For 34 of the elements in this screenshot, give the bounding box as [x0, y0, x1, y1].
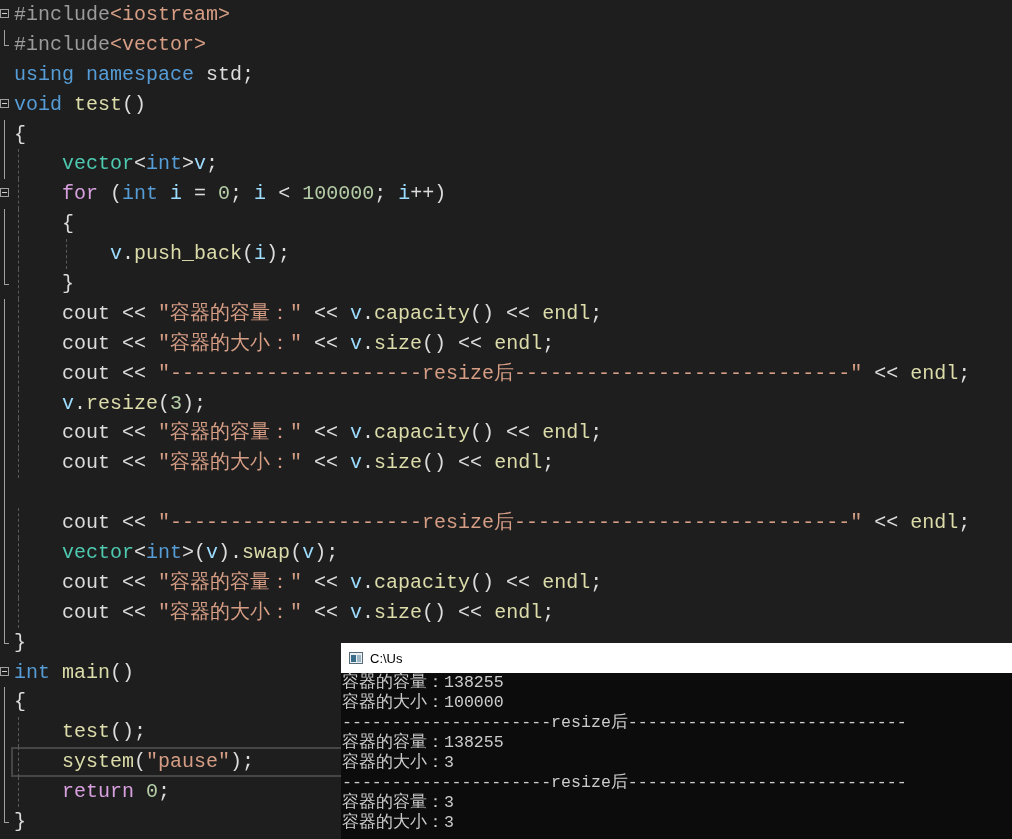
console-line: 容器的大小：100000 [342, 693, 505, 713]
console-line: ---------------------resize后---------------------------- [342, 773, 908, 792]
code-line: void test() [0, 89, 1012, 120]
code-line: v.push_back(i); [0, 239, 1012, 269]
code-line: cout << "容器的容量：" << v.capacity() << endl; [0, 418, 1012, 449]
code-line: cout << "容器的大小：" << v.size() << endl; [0, 448, 1012, 479]
console-line: 容器的容量：3 [342, 793, 455, 812]
code-line: vector<int>v; [0, 149, 1012, 180]
code-line: #include<iostream> [0, 0, 1012, 30]
collapse-icon[interactable] [0, 666, 9, 676]
console-line: 容器的大小：3 [342, 753, 455, 773]
collapse-icon[interactable] [0, 188, 9, 198]
console-line: 容器的容量：138255 [342, 733, 505, 752]
code-line: cout << "---------------------resize后----------------------------" << endl; [0, 358, 1012, 389]
code-line: cout << "容器的容量：" << v.capacity() << endl; [0, 567, 1012, 598]
code-line: { [0, 119, 1012, 150]
code-line: cout << "容器的大小：" << v.size() << endl; [0, 597, 1012, 628]
code-line: } [0, 269, 1012, 299]
code-line: cout << "容器的容量：" << v.capacity() << endl; [0, 298, 1012, 329]
code-line: #include<vector> [0, 29, 1012, 60]
code-line: { [0, 209, 1012, 240]
console-line: ---------------------resize后---------------------------- [342, 713, 908, 732]
collapse-icon[interactable] [0, 9, 9, 18]
code-line: cout << "容器的大小：" << v.size() << endl; [0, 328, 1012, 359]
console-line: 容器的大小：3 [342, 813, 455, 833]
window-icon [349, 652, 363, 664]
console-line: 容器的容量：138255 [342, 673, 505, 692]
code-line: v.resize(3); [0, 388, 1012, 419]
collapse-icon[interactable] [0, 98, 9, 108]
window-title: C:\Us [370, 650, 403, 666]
code-line: vector<int>(v).swap(v); [0, 538, 1012, 568]
code-line: using namespace std; [13, 61, 256, 88]
code-line: for (int i = 0; i < 100000; i++) [0, 179, 1012, 210]
code-line: cout << "---------------------resize后----------------------------" << endl; [0, 508, 1012, 539]
